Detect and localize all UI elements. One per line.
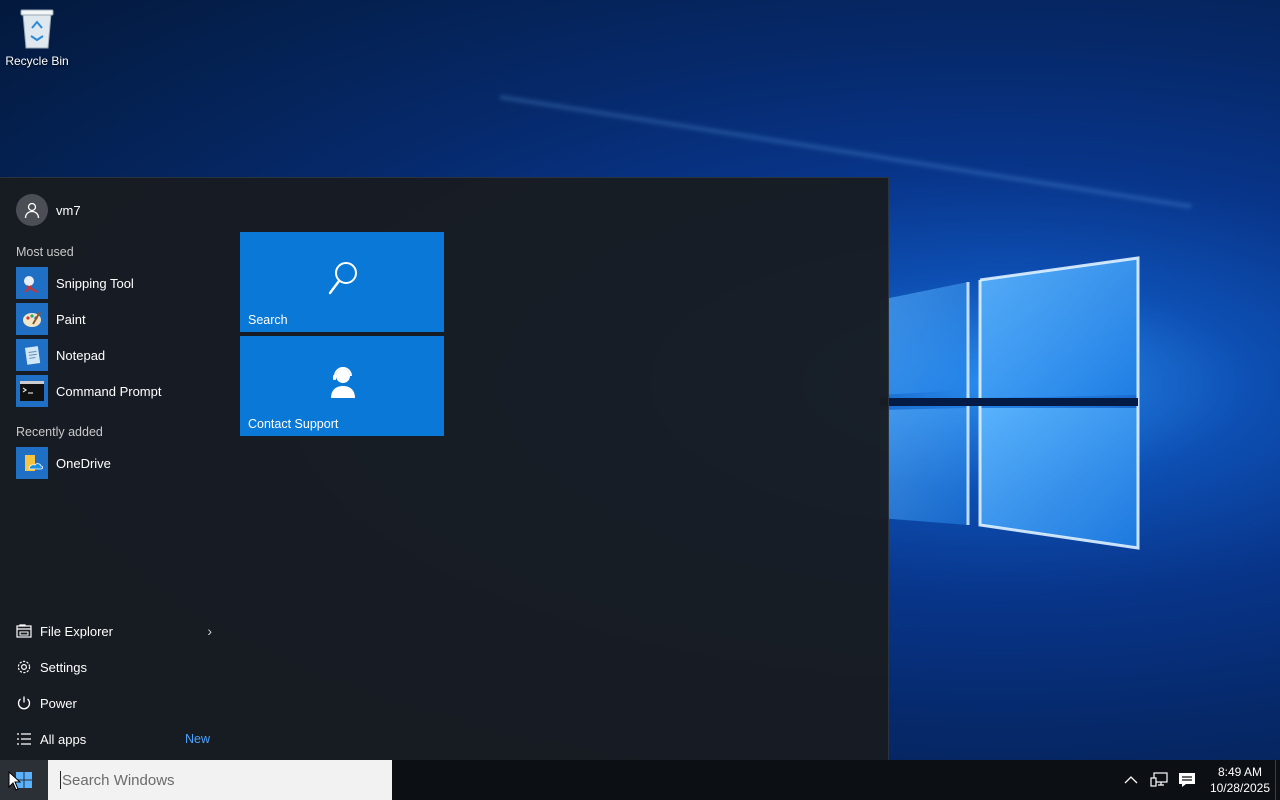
app-label: Notepad — [56, 347, 106, 363]
mouse-pointer-icon — [8, 771, 22, 791]
clock-time: 8:49 AM — [1217, 765, 1262, 779]
all-apps-icon — [16, 731, 32, 747]
tile-search[interactable]: Search — [240, 232, 444, 332]
most-used-heading: Most used — [16, 245, 74, 259]
app-label: Paint — [56, 311, 86, 327]
show-desktop-button[interactable] — [1275, 760, 1280, 800]
text-caret — [60, 771, 61, 789]
user-account-button[interactable]: vm7 — [16, 194, 81, 226]
gear-icon — [16, 659, 32, 675]
app-label: Command Prompt — [56, 383, 162, 399]
command-prompt-icon — [16, 375, 48, 407]
notepad-icon — [16, 339, 48, 371]
power-item[interactable]: Power — [16, 691, 212, 715]
system-tray: 8:49 AM 10/28/2025 — [1122, 760, 1270, 800]
app-command-prompt[interactable]: Command Prompt — [16, 375, 216, 407]
windows-wallpaper-logo — [880, 256, 1140, 550]
paint-icon — [16, 303, 48, 335]
tile-contact-support[interactable]: Contact Support — [240, 336, 444, 436]
tile-label: Contact Support — [248, 417, 339, 431]
power-icon — [16, 695, 32, 711]
contact-support-icon — [331, 367, 355, 398]
search-icon — [328, 262, 357, 295]
chevron-up-icon[interactable] — [1122, 771, 1140, 789]
desktop-icon-label: Recycle Bin — [5, 54, 69, 68]
start-menu: vm7 Most used Snipping Tool Paint Notepa… — [0, 177, 889, 761]
file-explorer-label: File Explorer — [40, 623, 113, 639]
tile-label: Search — [248, 313, 288, 327]
user-name: vm7 — [56, 202, 81, 218]
chevron-right-icon[interactable]: › — [207, 623, 212, 639]
app-snipping-tool[interactable]: Snipping Tool — [16, 267, 216, 299]
user-avatar-icon — [16, 194, 48, 226]
app-onedrive[interactable]: OneDrive — [16, 447, 216, 479]
recently-added-heading: Recently added — [16, 425, 103, 439]
settings-label: Settings — [40, 659, 87, 675]
action-center-icon[interactable] — [1178, 771, 1196, 789]
onedrive-icon — [16, 447, 48, 479]
power-label: Power — [40, 695, 77, 711]
recycle-bin-icon — [17, 6, 57, 50]
network-icon[interactable] — [1150, 771, 1168, 789]
taskbar-clock[interactable]: 8:49 AM 10/28/2025 — [1210, 764, 1270, 796]
app-paint[interactable]: Paint — [16, 303, 216, 335]
all-apps-label: All apps — [40, 731, 87, 747]
file-explorer-item[interactable]: File Explorer › — [16, 619, 212, 643]
app-label: OneDrive — [56, 455, 111, 471]
snipping-tool-icon — [16, 267, 48, 299]
desktop-icon-recycle-bin[interactable]: Recycle Bin — [4, 6, 70, 68]
file-explorer-icon — [16, 623, 32, 639]
taskbar: Search Windows 8:49 AM 10/28/2025 — [0, 760, 1280, 800]
search-placeholder: Search Windows — [62, 771, 175, 789]
new-badge: New — [184, 732, 210, 746]
app-notepad[interactable]: Notepad — [16, 339, 216, 371]
settings-item[interactable]: Settings — [16, 655, 212, 679]
search-input[interactable]: Search Windows — [48, 760, 392, 800]
all-apps-item[interactable]: All apps New — [16, 727, 212, 751]
clock-date: 10/28/2025 — [1209, 781, 1270, 795]
app-label: Snipping Tool — [56, 275, 134, 291]
